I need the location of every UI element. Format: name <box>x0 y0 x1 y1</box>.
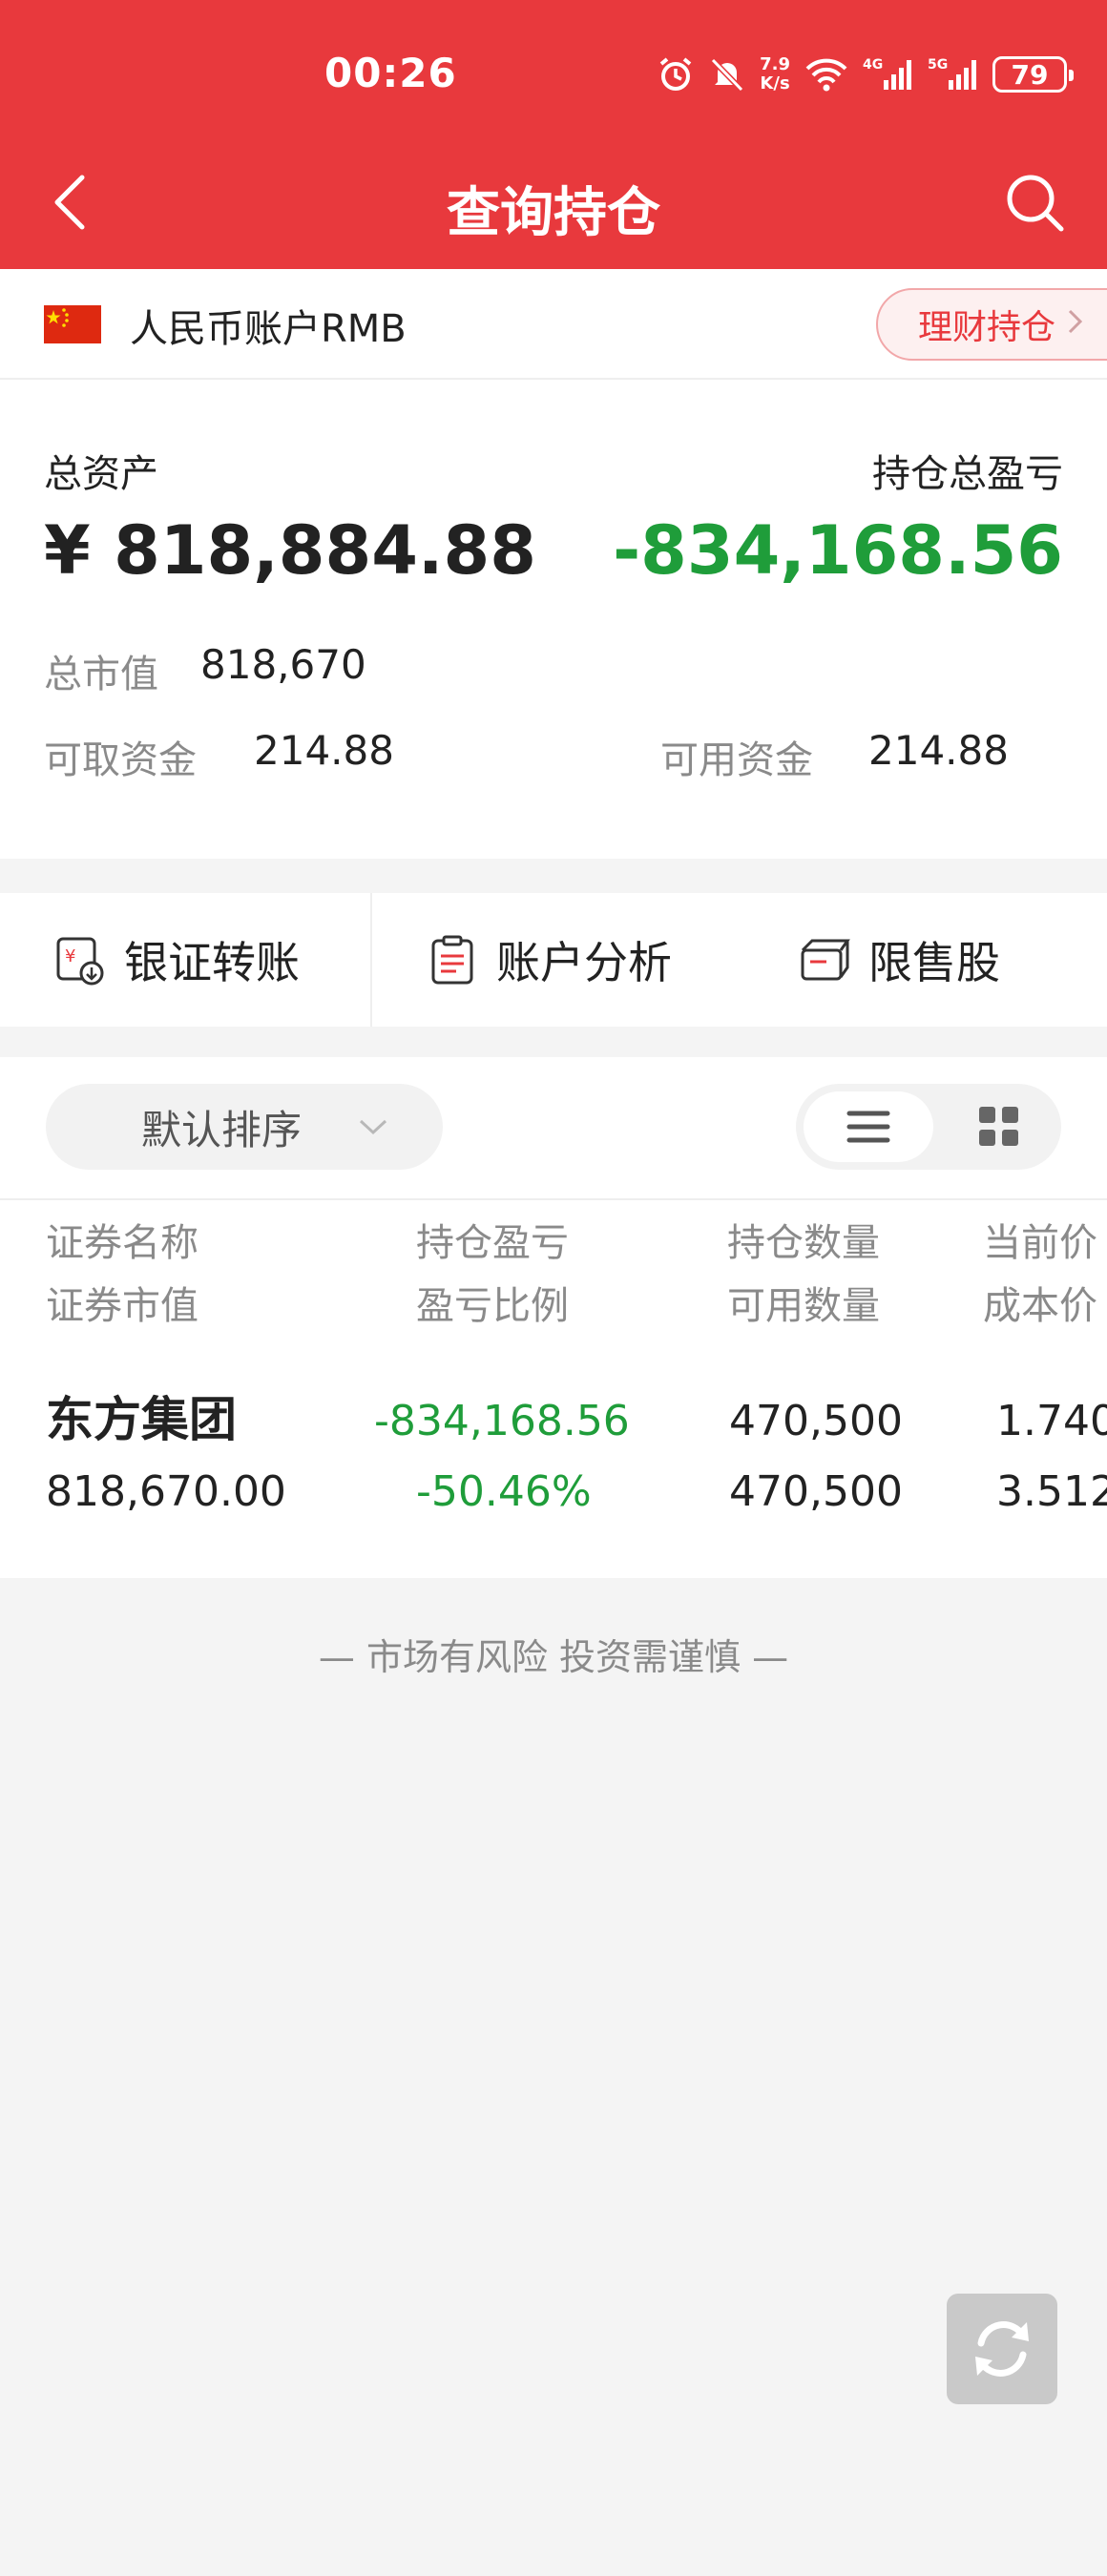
pl-ratio: -50.46% <box>416 1467 592 1516</box>
search-button[interactable] <box>1002 170 1069 237</box>
status-icons: 7.9 K/s 4G 5G 79 <box>657 48 1074 101</box>
col-pl-ratio: 盈亏比例 <box>416 1284 569 1328</box>
col-name-header: 证券名称 证券市值 <box>46 1212 198 1338</box>
available-label: 可用资金 <box>660 738 813 782</box>
restricted-stock-icon <box>801 939 850 981</box>
total-pl-value: -834,168.56 <box>613 511 1063 590</box>
bank-transfer-icon: ¥ <box>56 937 104 986</box>
total-assets-label: 总资产 <box>44 452 158 496</box>
market-value-value: 818,670 <box>200 641 366 688</box>
grid-view-button[interactable] <box>945 1091 1054 1162</box>
market-value-label: 总市值 <box>44 653 158 696</box>
account-analysis-label: 账户分析 <box>496 937 672 988</box>
holdings-card: 默认排序 证券名称 证券市值 持仓盈亏 盈亏比例 持仓数量 可用数量 当前价 成… <box>0 1057 1107 1578</box>
cost-price: 3.512 <box>996 1467 1107 1516</box>
net-speed: 7.9 K/s <box>760 55 790 93</box>
svg-text:5G: 5G <box>928 57 948 73</box>
view-toggle <box>796 1084 1061 1170</box>
net-speed-value: 7.9 <box>760 54 790 74</box>
col-security-name: 证券名称 <box>46 1221 198 1265</box>
chevron-down-icon <box>359 1119 387 1135</box>
security-market-value: 818,670.00 <box>46 1467 286 1516</box>
bank-transfer-label: 银证转账 <box>124 937 300 988</box>
position-pl: -834,168.56 <box>374 1397 630 1445</box>
alarm-icon <box>659 57 692 91</box>
4g-signal-icon: 4G <box>863 57 911 90</box>
sort-label: 默认排序 <box>141 1106 303 1153</box>
5g-signal-icon: 5G <box>928 57 976 90</box>
wifi-icon <box>805 58 847 92</box>
china-flag-icon <box>44 305 101 343</box>
status-time: 00:26 <box>324 50 457 96</box>
quick-divider <box>370 893 372 1027</box>
search-icon <box>1007 175 1064 232</box>
risk-disclaimer: — 市场有风险 投资需谨慎 — <box>318 1636 789 1678</box>
app-header: 00:26 7.9 K/s 4G 5G 79 查询持仓 <box>0 0 1107 269</box>
sort-dropdown[interactable]: 默认排序 <box>46 1084 443 1170</box>
svg-text:4G: 4G <box>863 57 883 73</box>
account-name: 人民币账户RMB <box>130 307 407 351</box>
wealth-holdings-button[interactable]: 理财持仓 <box>876 288 1107 361</box>
col-quantity: 持仓数量 <box>727 1221 880 1265</box>
total-assets-value: ¥ 818,884.88 <box>44 511 536 590</box>
available-quantity: 470,500 <box>729 1467 903 1516</box>
mute-icon <box>710 57 744 93</box>
report-icon <box>431 935 473 985</box>
col-market-value: 证券市值 <box>46 1284 198 1328</box>
refresh-icon <box>975 2321 1029 2377</box>
wealth-holdings-label: 理财持仓 <box>918 308 1056 347</box>
chevron-right-icon <box>1067 305 1084 344</box>
battery-icon: 79 <box>992 56 1074 93</box>
col-price-header: 当前价 成本价 <box>983 1212 1107 1338</box>
svg-text:¥: ¥ <box>65 946 75 966</box>
asset-summary: 总资产 ¥ 818,884.88 持仓总盈亏 -834,168.56 总市值 8… <box>0 380 1107 859</box>
grid-icon <box>979 1107 1018 1146</box>
header-divider <box>0 1198 1107 1200</box>
col-qty-header: 持仓数量 可用数量 <box>727 1212 880 1338</box>
col-cost-price: 成本价 <box>983 1284 1097 1328</box>
table-row[interactable]: 东方集团 818,670.00 -834,168.56 -50.46% 470,… <box>0 1385 1107 1557</box>
quick-actions: ¥ 银证转账 账户分析 限售股 <box>0 893 1107 1027</box>
total-pl-label: 持仓总盈亏 <box>872 452 1063 496</box>
current-price: 1.740 <box>996 1397 1107 1445</box>
col-position-pl: 持仓盈亏 <box>416 1221 569 1265</box>
bank-transfer-button[interactable]: ¥ 银证转账 <box>53 893 300 1027</box>
net-speed-unit: K/s <box>760 73 790 93</box>
price-cell: 1.740 3.512 <box>996 1385 1107 1557</box>
restricted-stock-button[interactable]: 限售股 <box>798 893 1000 1027</box>
page-title: 查询持仓 <box>447 182 660 244</box>
withdrawable-value: 214.88 <box>254 727 394 774</box>
account-analysis-button[interactable]: 账户分析 <box>426 893 672 1027</box>
list-icon <box>846 1111 890 1143</box>
col-current-price: 当前价 <box>983 1221 1097 1265</box>
withdrawable-label: 可取资金 <box>44 738 197 782</box>
col-available-quantity: 可用数量 <box>727 1284 880 1328</box>
security-name: 东方集团 <box>46 1392 237 1447</box>
account-bar: 人民币账户RMB 理财持仓 <box>0 269 1107 380</box>
refresh-button[interactable] <box>947 2294 1057 2404</box>
list-view-button[interactable] <box>804 1091 933 1162</box>
available-value: 214.88 <box>868 727 1009 774</box>
restricted-stock-label: 限售股 <box>868 937 1000 988</box>
col-pl-header: 持仓盈亏 盈亏比例 <box>416 1212 569 1338</box>
position-quantity: 470,500 <box>729 1397 903 1445</box>
